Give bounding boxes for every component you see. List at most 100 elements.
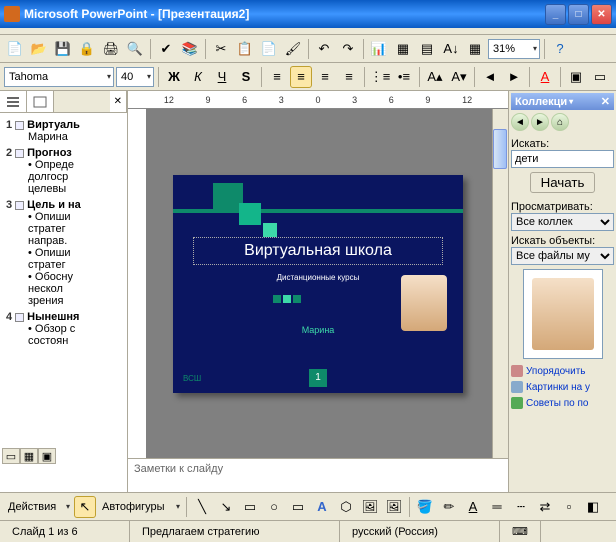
spelling-button[interactable]: ✔ (155, 38, 177, 60)
bold-button[interactable]: Ж (163, 66, 185, 88)
sorter-view-button[interactable]: ▦ (20, 448, 38, 464)
research-button[interactable]: 📚 (179, 38, 201, 60)
font-dropdown[interactable]: Tahoma (4, 67, 114, 87)
close-pane-button[interactable]: ✕ (110, 91, 127, 112)
align-justify-button[interactable]: ≡ (338, 66, 360, 88)
paste-button[interactable]: 📄 (258, 38, 280, 60)
minimize-button[interactable]: _ (545, 4, 566, 25)
help-button[interactable]: ? (549, 38, 571, 60)
diagram-button[interactable]: ⬡ (335, 496, 357, 518)
select-button[interactable]: ↖ (74, 496, 96, 518)
dash-style-button[interactable]: ┄ (510, 496, 532, 518)
taskpane-close-button[interactable]: ✕ (601, 95, 610, 108)
line-style-button[interactable]: ═ (486, 496, 508, 518)
clipart-preview[interactable] (523, 269, 603, 359)
browse-select[interactable]: Все коллек (511, 213, 614, 231)
line-color-button[interactable]: ✏ (438, 496, 460, 518)
outline-content[interactable]: 1ВиртуальМарина2ПрогнозОпредедолгосрцеле… (0, 113, 127, 492)
clipart-button[interactable]: 🖼 (359, 496, 381, 518)
decrease-font-button[interactable]: A▾ (448, 66, 470, 88)
notes-pane[interactable]: Заметки к слайду (128, 458, 508, 492)
slides-tab[interactable] (27, 91, 54, 112)
search-label: Искать: (511, 138, 614, 150)
3d-style-button[interactable]: ◧ (582, 496, 604, 518)
horizontal-ruler[interactable]: 12963036912 (128, 91, 508, 109)
shadow-style-button[interactable]: ▫ (558, 496, 580, 518)
decrease-indent-button[interactable]: ◄ (479, 66, 501, 88)
chart-button[interactable]: 📊 (368, 38, 390, 60)
show-grid-button[interactable]: ▦ (464, 38, 486, 60)
tips-link[interactable]: Советы по по (511, 395, 614, 411)
underline-button[interactable]: Ч (211, 66, 233, 88)
textbox-button[interactable]: ▭ (287, 496, 309, 518)
hyperlink-button[interactable]: A↓ (440, 38, 462, 60)
design-indicator: Предлагаем стратегию (130, 521, 340, 542)
slideshow-button[interactable]: ▣ (38, 448, 56, 464)
format-painter-button[interactable]: 🖌 (282, 38, 304, 60)
slide-indicator: Слайд 1 из 6 (0, 521, 130, 542)
cut-button[interactable]: ✂ (210, 38, 232, 60)
increase-indent-button[interactable]: ► (503, 66, 525, 88)
align-left-button[interactable]: ≡ (266, 66, 288, 88)
permission-button[interactable]: 🔒 (76, 38, 98, 60)
clipart-image[interactable] (401, 275, 447, 331)
line-button[interactable]: ╲ (191, 496, 213, 518)
new-button[interactable]: 📄 (4, 38, 26, 60)
copy-button[interactable]: 📋 (234, 38, 256, 60)
numbering-button[interactable]: ⋮≡ (369, 66, 391, 88)
new-slide-button[interactable]: ▭ (589, 66, 611, 88)
statusbar: Слайд 1 из 6 Предлагаем стратегию русски… (0, 520, 616, 542)
wordart-button[interactable]: A (311, 496, 333, 518)
slide-area[interactable]: Виртуальная школа Дистанционные курсы Ма… (128, 109, 508, 458)
open-button[interactable]: 📂 (28, 38, 50, 60)
oval-button[interactable]: ○ (263, 496, 285, 518)
back-button[interactable]: ◄ (511, 113, 529, 131)
font-color-button-2[interactable]: A (462, 496, 484, 518)
arrow-style-button[interactable]: ⇄ (534, 496, 556, 518)
organize-link[interactable]: Упорядочить (511, 363, 614, 379)
search-input[interactable] (511, 150, 614, 168)
align-center-button[interactable]: ≡ (290, 66, 312, 88)
tables-borders-button[interactable]: ▤ (416, 38, 438, 60)
print-button[interactable]: 🖨 (100, 38, 122, 60)
normal-view-button[interactable]: ▭ (2, 448, 20, 464)
outline-tab[interactable] (0, 91, 27, 112)
save-button[interactable]: 💾 (52, 38, 74, 60)
home-button[interactable]: ⌂ (551, 113, 569, 131)
spellcheck-icon[interactable]: ⌨ (500, 521, 541, 542)
picture-button[interactable]: 🖼 (383, 496, 405, 518)
language-indicator[interactable]: русский (Россия) (340, 521, 500, 542)
zoom-dropdown[interactable]: 31% (488, 39, 540, 59)
search-button[interactable]: Начать (530, 172, 596, 193)
align-right-button[interactable]: ≡ (314, 66, 336, 88)
vertical-ruler[interactable] (128, 109, 146, 458)
vertical-scrollbar[interactable] (492, 109, 508, 458)
arrow-button[interactable]: ↘ (215, 496, 237, 518)
online-link[interactable]: Картинки на у (511, 379, 614, 395)
table-button[interactable]: ▦ (392, 38, 414, 60)
task-pane: Коллекци▾ ✕ ◄ ► ⌂ Искать: Начать Просмат… (508, 91, 616, 492)
undo-button[interactable]: ↶ (313, 38, 335, 60)
bullets-button[interactable]: •≡ (393, 66, 415, 88)
objects-select[interactable]: Все файлы му (511, 247, 614, 265)
rectangle-button[interactable]: ▭ (239, 496, 261, 518)
drawing-toolbar: Действия ↖ Автофигуры ╲ ↘ ▭ ○ ▭ A ⬡ 🖼 🖼 … (0, 492, 616, 520)
fill-color-button[interactable]: 🪣 (414, 496, 436, 518)
slide[interactable]: Виртуальная школа Дистанционные курсы Ма… (173, 175, 463, 393)
design-button[interactable]: ▣ (565, 66, 587, 88)
tips-icon (511, 397, 523, 409)
menubar[interactable] (0, 28, 616, 35)
maximize-button[interactable]: □ (568, 4, 589, 25)
preview-button[interactable]: 🔍 (124, 38, 146, 60)
close-button[interactable]: ✕ (591, 4, 612, 25)
slide-title[interactable]: Виртуальная школа (193, 237, 443, 265)
objects-label: Искать объекты: (511, 235, 614, 247)
slide-footer: ВСШ (183, 374, 201, 383)
font-size-dropdown[interactable]: 40 (116, 67, 154, 87)
italic-button[interactable]: К (187, 66, 209, 88)
forward-button[interactable]: ► (531, 113, 549, 131)
shadow-button[interactable]: S (235, 66, 257, 88)
font-color-button[interactable]: A (534, 66, 556, 88)
increase-font-button[interactable]: A▴ (424, 66, 446, 88)
redo-button[interactable]: ↷ (337, 38, 359, 60)
